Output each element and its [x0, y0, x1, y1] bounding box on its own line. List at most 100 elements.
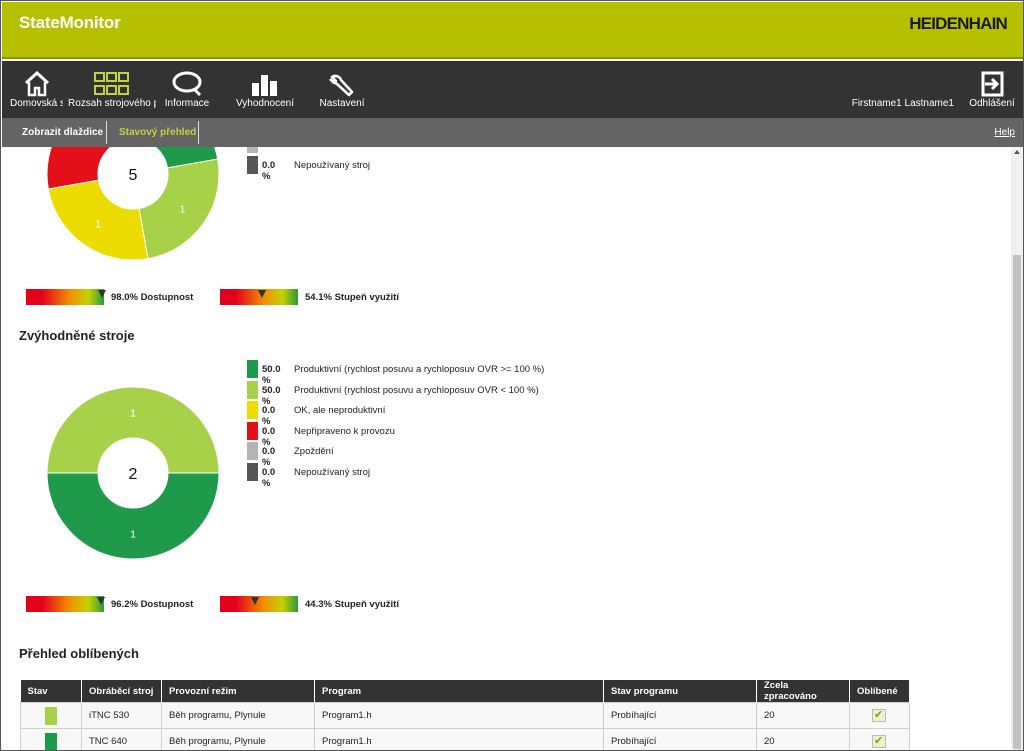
column-header-favorite[interactable]: Oblíbené: [849, 680, 910, 703]
favored-machines-donut-chart: 1 1 2: [46, 386, 220, 560]
favorites-table: Stav Obráběcí stroj Provozní režim Progr…: [20, 680, 910, 750]
logout-icon: [981, 71, 1004, 97]
nav-label-settings: Nastavení: [319, 98, 365, 109]
nav-item-settings[interactable]: Nastavení: [317, 61, 367, 118]
machine-state-donut-chart: 1115: [46, 147, 220, 261]
legend-percent: 0.0 %: [262, 425, 276, 448]
logout-button[interactable]: Odhlášení: [966, 61, 1018, 118]
donut-total-count: 2: [129, 466, 138, 483]
favorites-overview-title: Přehled oblíbených: [19, 646, 139, 661]
nav-item-information[interactable]: Informace: [162, 61, 212, 118]
tab-status-overview[interactable]: Stavový přehled: [119, 118, 196, 147]
brand-logo: HEIDENHAIN: [909, 14, 1008, 33]
table-row[interactable]: TNC 640 Běh programu, Plynule Program1.h…: [20, 728, 910, 750]
availability-text: 98.0% Dostupnost: [111, 292, 194, 303]
speech-bubble-icon: [172, 71, 202, 97]
mode-cell: Běh programu, Plynule: [161, 702, 315, 729]
mode-cell: Běh programu, Plynule: [161, 728, 315, 750]
completed-cell: 20: [756, 728, 850, 750]
column-header-program[interactable]: Program: [314, 680, 604, 703]
column-header-operating-mode[interactable]: Provozní režim: [161, 680, 315, 703]
legend-swatch: [247, 421, 258, 440]
status-cell: [20, 702, 82, 729]
scrollbar-thumb[interactable]: [1013, 255, 1021, 749]
status-indicator: [45, 706, 57, 725]
program-state-cell: Probíhající: [603, 728, 757, 750]
legend-swatch: [247, 401, 258, 419]
availability-marker: [97, 597, 106, 605]
nav-label-home: Domovská s: [10, 98, 63, 109]
tab-show-tiles[interactable]: Zobrazit dlaždice: [22, 118, 103, 147]
legend-label: Produktivní (rychlost posuvu a rychlopos…: [294, 364, 545, 375]
availability-gradient-bar: [26, 289, 104, 305]
nav-item-home[interactable]: Domovská s: [10, 61, 63, 118]
favorite-cell: [849, 702, 910, 729]
favorite-checkbox[interactable]: [872, 734, 886, 748]
status-overview-content: 1 1 1 5 0.0 % Nepoužívaný stroj 98.0% Dostu…: [2, 147, 1011, 750]
availability-text: 96.2% Dostupnost: [111, 599, 194, 610]
status-cell: [20, 728, 82, 750]
column-header-status[interactable]: Stav: [20, 680, 82, 703]
utilization-marker: [258, 290, 267, 298]
user-name: Firstname1 Lastname1: [851, 98, 954, 109]
column-header-completed[interactable]: Zcela zpracováno: [756, 680, 850, 703]
availability-marker: [98, 290, 107, 298]
legend-label: Produktivní (rychlost posuvu a rychlopos…: [294, 384, 539, 396]
donut-segment-label: 1: [96, 220, 102, 231]
legend-swatch: [247, 462, 258, 481]
donut-total-count: 5: [129, 167, 138, 184]
tab-divider: [106, 121, 107, 144]
legend-label: Nepoužívaný stroj: [294, 466, 371, 478]
nav-item-evaluation[interactable]: Vyhodnocení: [234, 61, 296, 118]
program-cell: Program1.h: [314, 702, 604, 729]
legend-percent: 0.0 %: [262, 446, 276, 468]
legend-percent: 50.0 %: [262, 384, 281, 407]
nav-item-machine-range[interactable]: Rozsah strojového p: [68, 61, 156, 118]
legend-percent: 0.0 %: [262, 405, 276, 427]
legend-label: Nepoužívaný stroj: [294, 159, 371, 171]
utilization-marker: [250, 597, 259, 605]
legend-swatch: [247, 360, 258, 378]
donut-segment-label: 1: [130, 530, 136, 541]
nav-label-evaluation: Vyhodnocení: [235, 98, 294, 109]
main-nav: Domovská s Rozsah strojového p Informace: [2, 61, 1023, 118]
nav-label-information: Informace: [164, 98, 210, 109]
legend-percent: 50.0 %: [262, 364, 281, 386]
legend-swatch: [247, 442, 258, 460]
logout-label: Odhlášení: [969, 98, 1015, 109]
utilization-text: 54.1% Stupeň využití: [305, 292, 399, 303]
scroll-up-arrow-icon[interactable]: [1014, 150, 1020, 154]
sub-nav: Zobrazit dlaždice Stavový přehled Help: [2, 118, 1023, 147]
column-header-machine[interactable]: Obráběcí stroj: [81, 680, 162, 703]
favorite-checkbox[interactable]: [872, 708, 886, 722]
program-cell: Program1.h: [314, 728, 604, 750]
legend-percent: 0.0 %: [262, 159, 276, 182]
availability-gradient-bar: [26, 596, 104, 612]
utilization-text: 44.3% Stupeň využití: [305, 599, 399, 610]
help-link[interactable]: Help: [994, 118, 1015, 147]
legend-label: Nepřipraveno k provozu: [294, 425, 395, 437]
legend-swatch: [247, 380, 258, 399]
machine-cell: TNC 640: [81, 728, 162, 750]
app-window: StateMonitor HEIDENHAIN Domovská s Rozsa…: [0, 0, 1024, 751]
status-indicator: [45, 732, 57, 750]
legend-label: Zpoždění: [294, 446, 334, 457]
completed-cell: 20: [756, 702, 850, 729]
column-header-program-state[interactable]: Stav programu: [603, 680, 757, 703]
table-row[interactable]: iTNC 530 Běh programu, Plynule Program1.…: [20, 702, 910, 729]
home-icon: [24, 71, 49, 97]
machine-cell: iTNC 530: [81, 702, 162, 729]
grid-icon: [94, 72, 129, 95]
donut-segment-label: 1: [130, 409, 136, 420]
legend-swatch: [247, 147, 258, 153]
app-title: StateMonitor: [19, 13, 121, 32]
tab-divider: [198, 121, 199, 144]
program-state-cell: Probíhající: [603, 702, 757, 729]
legend-percent: 0.0 %: [262, 466, 276, 489]
legend-swatch: [247, 155, 258, 174]
favorite-cell: [849, 728, 910, 750]
vertical-scrollbar[interactable]: [1011, 147, 1023, 750]
donut-segment-label: 1: [180, 205, 186, 216]
legend-label: OK, ale neproduktivní: [294, 405, 386, 416]
wrench-icon: [329, 74, 354, 97]
